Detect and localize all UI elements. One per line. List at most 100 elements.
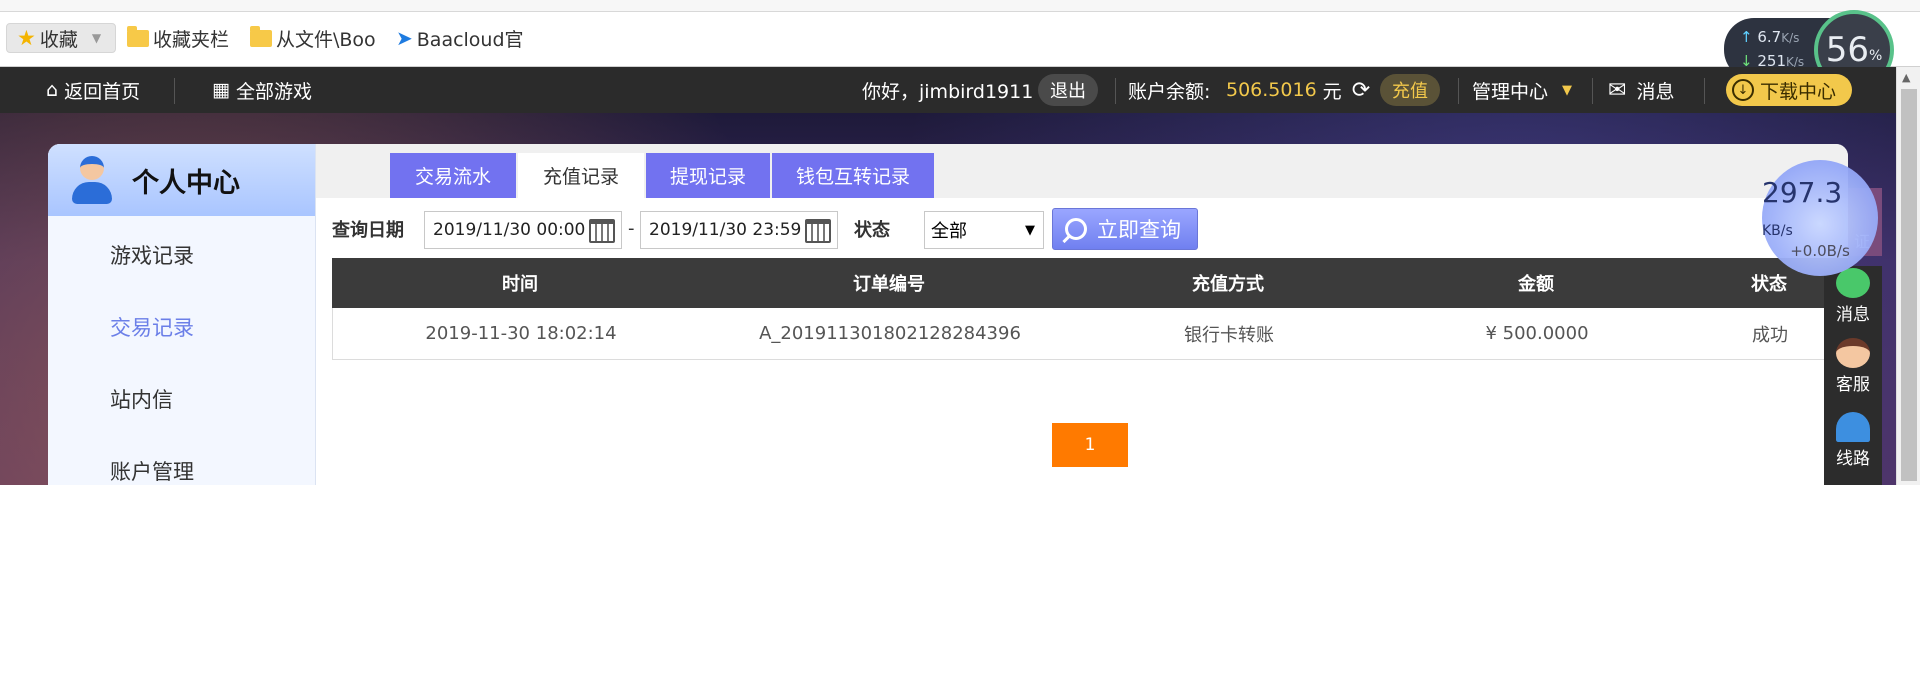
float-speed-value: 297.3 xyxy=(1762,176,1843,209)
logout-button-wrap: 退出 xyxy=(1038,67,1098,113)
refresh-icon[interactable]: ⟳ xyxy=(1352,78,1370,103)
arrow-up-icon: ↑ xyxy=(1740,28,1753,46)
scrollbar-thumb[interactable] xyxy=(1901,89,1917,481)
floating-speed-ball[interactable]: 297.3 KB/s +0.0B/s xyxy=(1762,160,1878,276)
speedometer-icon xyxy=(1836,412,1870,442)
home-icon: ⌂ xyxy=(46,79,59,101)
float-support-button[interactable]: 客服 xyxy=(1824,338,1882,395)
tab-recharge-records[interactable]: 充值记录 xyxy=(518,153,644,198)
status-select[interactable]: 全部 ▼ xyxy=(924,211,1044,249)
sidebar-item-transactions[interactable]: 交易记录 xyxy=(110,312,194,342)
favorites-button[interactable]: ★ 收藏 ▼ xyxy=(6,23,116,53)
start-date-value: 2019/11/30 00:00 xyxy=(433,220,586,240)
float-support-label: 客服 xyxy=(1836,375,1870,395)
upload-value: 6.7 xyxy=(1757,28,1782,46)
screen: ★ 收藏 ▼ 收藏夹栏 从文件\Boo ➤ Baacloud官 ↑ 6.7K/s… xyxy=(0,0,1920,697)
home-label: 返回首页 xyxy=(64,80,141,103)
float-line-button[interactable]: 线路 xyxy=(1824,412,1882,469)
status-select-value: 全部 xyxy=(931,221,967,242)
user-avatar-icon xyxy=(72,156,112,204)
chevron-down-icon: ▼ xyxy=(1025,222,1035,238)
cell-order-number: A_20191130180212828​4396 xyxy=(759,323,1021,344)
bookmark-baacloud[interactable]: ➤ Baacloud官 xyxy=(396,23,524,53)
table-header: 时间 订单编号 充值方式 金额 状态 xyxy=(332,258,1848,308)
bookmark-label: 收藏夹栏 xyxy=(153,28,230,51)
date-filter-label: 查询日期 xyxy=(332,220,404,241)
tab-transaction-flow[interactable]: 交易流水 xyxy=(390,153,516,198)
calendar-icon[interactable] xyxy=(805,219,831,243)
right-floating-bar: 消息 客服 线路 xyxy=(1824,266,1882,485)
star-icon: ★ xyxy=(17,26,36,50)
cell-time: 2019-11-30 18:02:14 xyxy=(425,323,617,344)
header-amount: 金额 xyxy=(1518,274,1554,295)
all-games-label: 全部游戏 xyxy=(235,80,312,103)
chevron-down-icon: ▼ xyxy=(91,31,102,45)
all-games-link[interactable]: ▦ 全部游戏 xyxy=(212,67,312,113)
page-button-current[interactable]: 1 xyxy=(1052,423,1128,467)
divider xyxy=(1704,78,1705,104)
balance-display: 506.5016 元 ⟳ xyxy=(1220,67,1370,113)
sidebar-item-account[interactable]: 账户管理 xyxy=(110,456,194,485)
query-button-label: 立即查询 xyxy=(1097,218,1181,242)
cell-method: 银行卡转账 xyxy=(1184,324,1274,346)
header-method: 充值方式 xyxy=(1192,274,1264,295)
paper-plane-icon: ➤ xyxy=(396,26,413,50)
scroll-up-arrow-icon[interactable]: ▲ xyxy=(1902,71,1910,84)
recharge-button[interactable]: 充值 xyxy=(1380,74,1440,106)
home-link[interactable]: ⌂ 返回首页 xyxy=(46,67,140,113)
sidebar-item-game-records[interactable]: 游戏记录 xyxy=(110,240,194,270)
tab-withdraw-records[interactable]: 提现记录 xyxy=(646,153,770,198)
header-order-number: 订单编号 xyxy=(853,274,925,295)
balance-unit: 元 xyxy=(1322,80,1342,103)
float-speed-sub: +0.0B/s xyxy=(1790,242,1850,260)
cell-amount: ¥ 500.0000 xyxy=(1485,323,1589,344)
sidebar-title: 个人中心 xyxy=(132,167,240,199)
admin-center-menu[interactable]: 管理中心 ▼ xyxy=(1472,67,1572,113)
start-date-input[interactable]: 2019/11/30 00:00 xyxy=(424,211,622,249)
table-row: 2019-11-30 18:02:14 A_20191130180212828​… xyxy=(332,308,1848,360)
page-scrollbar[interactable]: ▲ xyxy=(1896,67,1920,485)
sidebar: 个人中心 游戏记录 交易记录 站内信 账户管理 xyxy=(48,144,316,485)
divider xyxy=(1115,78,1116,104)
recharge-button-wrap: 充值 xyxy=(1380,67,1440,113)
search-icon xyxy=(1065,218,1087,240)
messages-label: 消息 xyxy=(1636,80,1675,103)
balance-value: 506.5016 xyxy=(1226,79,1317,101)
end-date-input[interactable]: 2019/11/30 23:59 xyxy=(640,211,838,249)
upload-unit: K/s xyxy=(1781,31,1800,45)
float-messages-label: 消息 xyxy=(1836,305,1870,325)
sidebar-item-inbox[interactable]: 站内信 xyxy=(110,384,173,414)
messages-link[interactable]: ✉ 消息 xyxy=(1608,67,1674,113)
end-date-value: 2019/11/30 23:59 xyxy=(649,220,802,240)
browser-toolbar-edge xyxy=(0,0,1920,12)
favorites-label: 收藏 xyxy=(39,28,78,51)
sidebar-header: 个人中心 xyxy=(48,144,315,216)
download-center-button[interactable]: ↓ 下载中心 xyxy=(1726,67,1853,113)
balance-label: 账户余额: xyxy=(1128,80,1211,103)
status-filter-label: 状态 xyxy=(854,220,890,241)
tab-wallet-transfer-records[interactable]: 钱包互转记录 xyxy=(772,153,934,198)
envelope-icon: ✉ xyxy=(1608,77,1627,103)
date-separator: - xyxy=(628,218,635,239)
greeting: 你好，jimbird1911 xyxy=(862,80,1034,103)
bookmark-folder-from-file[interactable]: 从文件\Boo xyxy=(250,23,376,53)
tabs-bar: 交易流水 充值记录 提现记录 钱包互转记录 xyxy=(316,144,1848,198)
float-speed-main: 297.3 KB/s xyxy=(1762,176,1878,242)
bookmarks-bar: ★ 收藏 ▼ 收藏夹栏 从文件\Boo ➤ Baacloud官 xyxy=(0,12,1920,67)
bookmark-folder-favorites-bar[interactable]: 收藏夹栏 xyxy=(127,23,229,53)
float-messages-button[interactable]: 消息 xyxy=(1824,268,1882,325)
site-top-bar: ⌂ 返回首页 ▦ 全部游戏 你好，jimbird1911 退出 账户余额: 50… xyxy=(0,67,1896,113)
bookmark-label: Baacloud官 xyxy=(416,28,524,51)
logout-button[interactable]: 退出 xyxy=(1038,74,1098,106)
chat-bubble-icon xyxy=(1836,268,1870,298)
download-center-pill: ↓ 下载中心 xyxy=(1726,74,1853,106)
float-speed-unit: KB/s xyxy=(1762,223,1793,239)
usage-percent: 56 xyxy=(1825,30,1869,70)
admin-center-label: 管理中心 xyxy=(1472,80,1549,103)
float-line-label: 线路 xyxy=(1836,449,1870,469)
calendar-icon[interactable] xyxy=(589,219,615,243)
query-button[interactable]: 立即查询 xyxy=(1052,208,1198,250)
usage-percent-unit: % xyxy=(1868,48,1883,64)
recharge-records-table: 时间 订单编号 充值方式 金额 状态 2019-11-30 18:02:14 A… xyxy=(332,258,1848,360)
divider xyxy=(1458,78,1459,104)
